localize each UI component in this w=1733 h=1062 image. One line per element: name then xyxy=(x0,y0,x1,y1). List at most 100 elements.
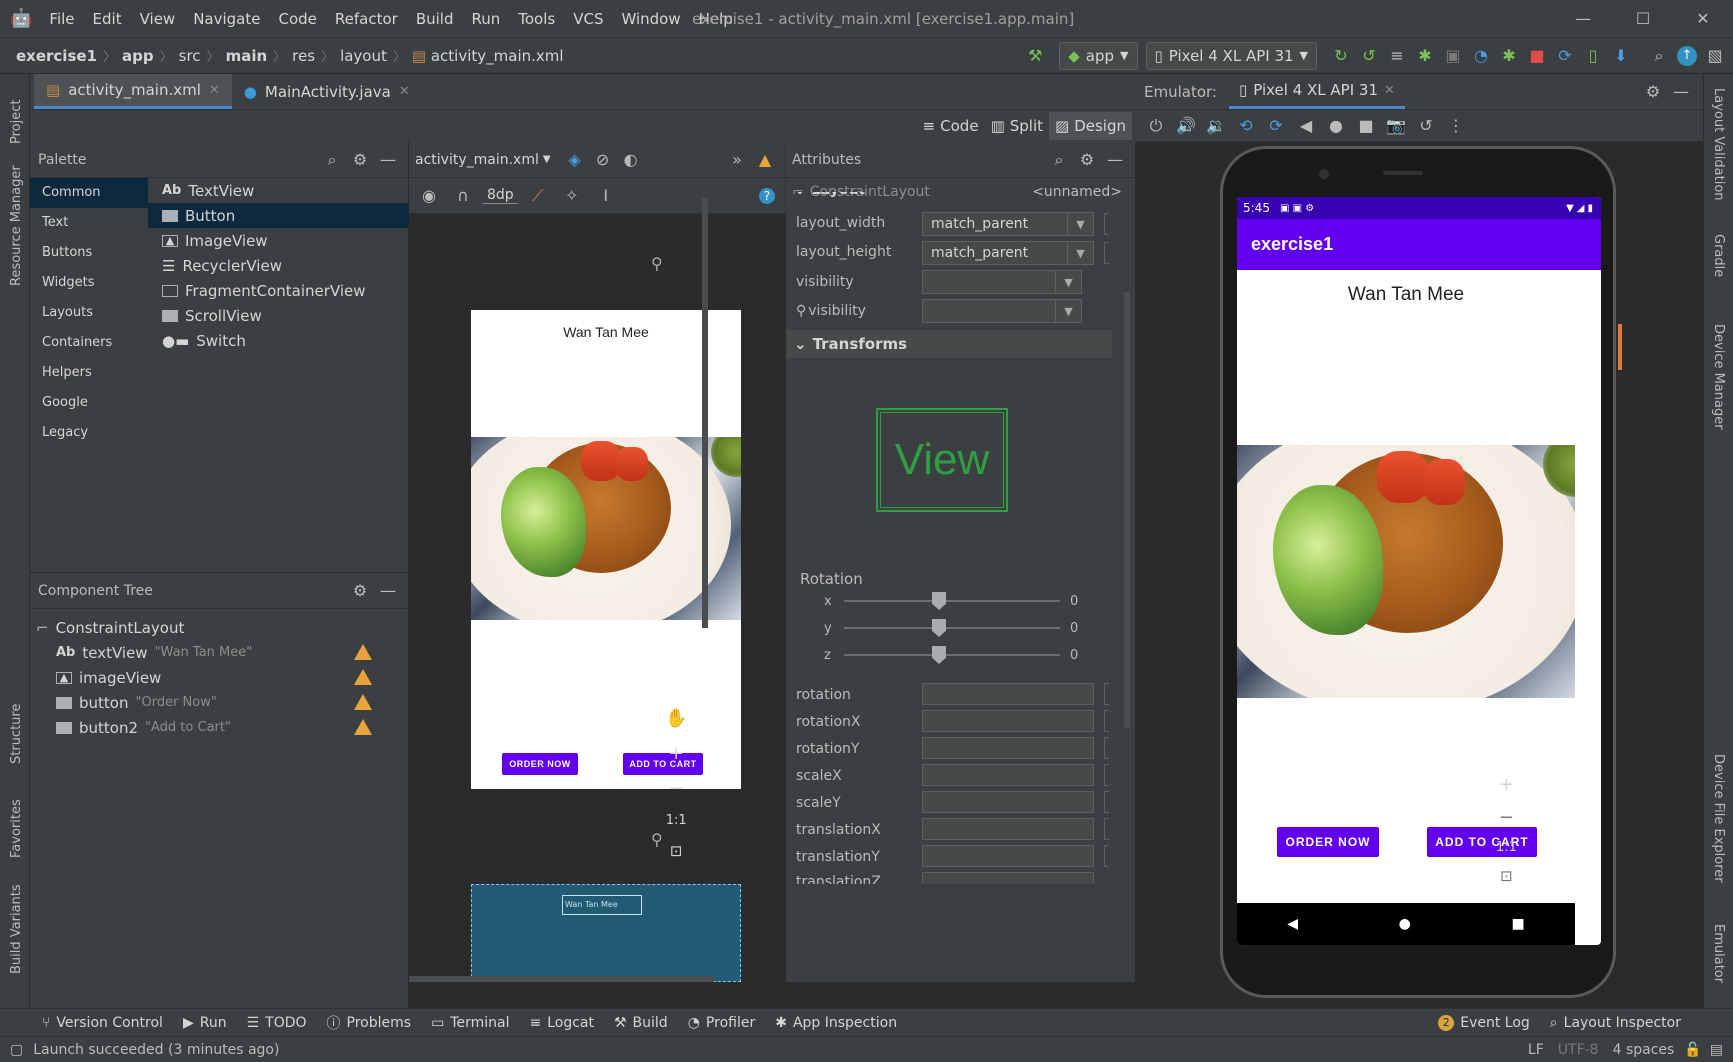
sync-gradle-icon[interactable]: ⟳ xyxy=(1555,46,1575,66)
menu-vcs[interactable]: VCS xyxy=(564,10,612,28)
attach-process-icon[interactable]: ✱ xyxy=(1499,46,1519,66)
breadcrumb-project[interactable]: exercise1 xyxy=(12,47,101,65)
tool-layout-validation[interactable]: Layout Validation xyxy=(1711,88,1726,201)
infer-constraints-icon[interactable]: ✧ xyxy=(562,186,582,206)
tools-visibility-select[interactable]: ▼ xyxy=(922,299,1082,323)
gear-icon[interactable]: ⚙ xyxy=(1077,150,1097,170)
theme-icon[interactable]: ◐ xyxy=(621,150,641,170)
order-now-button[interactable]: ORDER NOW xyxy=(1277,827,1379,857)
sdk-manager-icon[interactable]: ⬇ xyxy=(1611,46,1631,66)
snapshot-icon[interactable]: ↺ xyxy=(1416,116,1436,136)
hide-panel-icon[interactable]: — xyxy=(1105,150,1125,170)
help-icon[interactable]: ? xyxy=(759,187,775,204)
component-id[interactable]: <unnamed> xyxy=(1032,184,1122,200)
palette-category[interactable]: Buttons xyxy=(30,238,148,268)
hide-panel-icon[interactable]: — xyxy=(378,581,398,601)
emulator-screen[interactable]: 5:45 ▣ ▣ ⚙ ▼ ◢ ▮ exercise1 Wan Tan Mee O… xyxy=(1237,197,1601,945)
home-icon[interactable]: ● xyxy=(1399,916,1411,932)
menu-code[interactable]: Code xyxy=(269,10,325,28)
attach-debugger-icon[interactable]: ▣ xyxy=(1443,46,1463,66)
layers-icon[interactable]: ◈ xyxy=(565,150,585,170)
rotation-x-slider[interactable] xyxy=(844,600,1060,602)
settings-sync-icon[interactable]: ▧ xyxy=(1705,46,1725,66)
apply-code-changes-icon[interactable]: ↺ xyxy=(1359,46,1379,66)
palette-item-button[interactable]: Button xyxy=(148,203,409,228)
gear-icon[interactable]: ⚙ xyxy=(350,581,370,601)
tool-gradle[interactable]: Gradle xyxy=(1711,234,1726,277)
tab-main-activity[interactable]: ● MainActivity.java ✕ xyxy=(232,74,422,109)
panel-toggle-icon[interactable]: ▢ xyxy=(10,1042,23,1058)
menu-build[interactable]: Build xyxy=(407,10,463,28)
layout-height-select[interactable]: match_parent ▼ xyxy=(922,241,1094,265)
maximize-icon[interactable]: ☐ xyxy=(1613,0,1673,38)
palette-item-textview[interactable]: Ab TextView xyxy=(148,178,409,203)
scale-y-input[interactable] xyxy=(922,791,1094,813)
menu-edit[interactable]: Edit xyxy=(84,10,131,28)
palette-category[interactable]: Containers xyxy=(30,328,148,358)
rotation-y-slider[interactable] xyxy=(844,627,1060,629)
vertical-scrollbar[interactable] xyxy=(702,198,708,628)
rotation-x-thumb[interactable] xyxy=(932,592,946,610)
add-to-cart-button[interactable]: ADD TO CART xyxy=(1427,827,1537,857)
preview-cart-button[interactable]: ADD TO CART xyxy=(623,753,703,775)
tool-resource-manager[interactable]: Resource Manager xyxy=(9,165,24,286)
palette-category[interactable]: Google xyxy=(30,388,148,418)
tool-version-control[interactable]: ⑂ Version Control xyxy=(32,1015,173,1031)
coverage-icon[interactable]: ≡ xyxy=(1387,46,1407,66)
indent-setting[interactable]: 4 spaces xyxy=(1613,1042,1675,1058)
rotation-z-thumb[interactable] xyxy=(932,646,946,664)
tool-run[interactable]: ▶ Run xyxy=(173,1015,237,1031)
minimize-icon[interactable]: — xyxy=(1553,0,1613,38)
gear-icon[interactable]: ⚙ xyxy=(1643,82,1663,102)
gear-icon[interactable]: ⚙ xyxy=(350,150,370,170)
magnet-icon[interactable]: ∩ xyxy=(453,186,473,206)
menu-tools[interactable]: Tools xyxy=(509,10,564,28)
preview-imageview[interactable] xyxy=(471,437,741,620)
palette-item-scrollview[interactable]: ScrollView xyxy=(148,303,409,328)
scale-x-input[interactable] xyxy=(922,764,1094,786)
menu-navigate[interactable]: Navigate xyxy=(184,10,269,28)
power-icon[interactable]: ⏻ xyxy=(1146,116,1166,136)
close-tab-icon[interactable]: ✕ xyxy=(209,83,220,98)
tool-build[interactable]: ⚒ Build xyxy=(604,1015,678,1031)
close-tab-icon[interactable]: ✕ xyxy=(399,84,410,99)
palette-category[interactable]: Widgets xyxy=(30,268,148,298)
close-tab-icon[interactable]: ✕ xyxy=(1384,83,1395,98)
more-icon[interactable]: ⋮ xyxy=(1446,116,1466,136)
tool-layout-inspector[interactable]: ⌕ Layout Inspector xyxy=(1540,1015,1691,1031)
palette-category[interactable]: Text xyxy=(30,208,148,238)
code-mode-button[interactable]: ≡ Code xyxy=(917,112,985,140)
tool-device-manager[interactable]: Device Manager xyxy=(1711,324,1726,430)
warning-icon[interactable] xyxy=(354,644,372,660)
palette-category[interactable]: Layouts xyxy=(30,298,148,328)
rotation-y-thumb[interactable] xyxy=(932,619,946,637)
rotation-z-slider[interactable] xyxy=(844,654,1060,656)
orientation-icon[interactable]: ⊘ xyxy=(593,150,613,170)
visibility-select[interactable]: ▼ xyxy=(922,270,1082,294)
hide-panel-icon[interactable]: — xyxy=(378,150,398,170)
breadcrumb-layout[interactable]: layout xyxy=(336,47,391,65)
rotation-y-input[interactable] xyxy=(922,737,1094,759)
update-icon[interactable]: ↑ xyxy=(1677,45,1697,66)
eye-icon[interactable]: ◉ xyxy=(419,186,439,206)
rotate-left-icon[interactable]: ⟲ xyxy=(1236,116,1256,136)
breadcrumb-main[interactable]: main xyxy=(222,47,272,65)
tool-app-inspection[interactable]: ✱ App Inspection xyxy=(765,1015,907,1031)
tool-project[interactable]: Project xyxy=(9,100,24,144)
palette-category[interactable]: Common xyxy=(30,178,148,208)
rotation-x-input[interactable] xyxy=(922,710,1094,732)
layout-width-select[interactable]: match_parent ▼ xyxy=(922,212,1094,236)
menu-refactor[interactable]: Refactor xyxy=(326,10,407,28)
palette-category[interactable]: Helpers xyxy=(30,358,148,388)
tree-node-root[interactable]: ⌐ ConstraintLayout xyxy=(30,615,408,640)
layout-preview[interactable]: Wan Tan Mee ORDER NOW ADD TO CART xyxy=(471,310,741,789)
pan-hand-icon[interactable]: ✋ xyxy=(665,708,687,729)
tool-build-variants[interactable]: Build Variants xyxy=(9,884,24,974)
menu-window[interactable]: Window xyxy=(612,10,689,28)
tree-node-button2[interactable]: button2 "Add to Cart" xyxy=(30,715,408,740)
attributes-scrollbar[interactable] xyxy=(1124,292,1130,728)
zoom-out-icon[interactable]: − xyxy=(669,778,684,799)
hide-panel-icon[interactable]: — xyxy=(1671,82,1691,102)
hammer-icon[interactable]: ⚒ xyxy=(1025,46,1045,66)
recents-icon[interactable]: ■ xyxy=(1511,916,1524,932)
